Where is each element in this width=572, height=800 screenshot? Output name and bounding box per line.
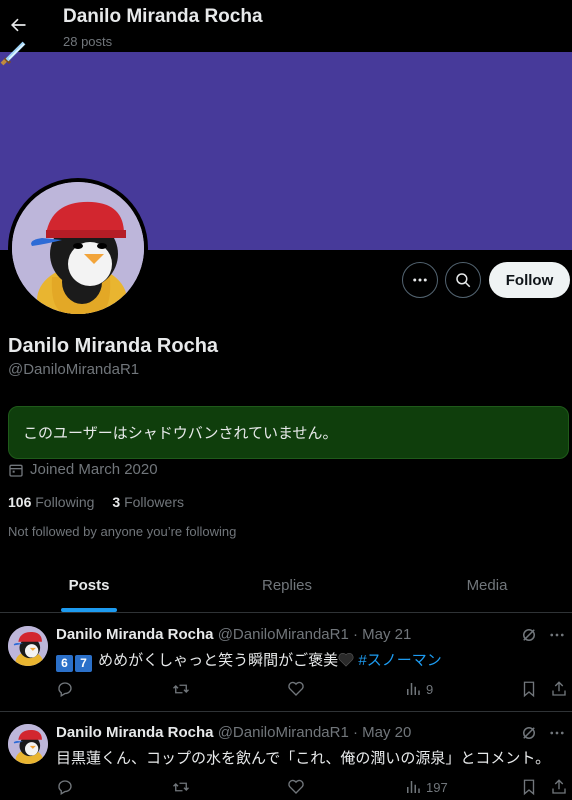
post-top-actions: [520, 626, 566, 644]
bookmark-icon: [523, 779, 535, 796]
post-avatar[interactable]: [8, 626, 48, 666]
back-arrow-icon[interactable]: [6, 8, 30, 42]
like-icon: [288, 681, 304, 696]
grok-icon[interactable]: [520, 626, 538, 644]
share-icon: [552, 681, 566, 696]
number-badge: 6: [56, 655, 73, 672]
share-icon: [552, 779, 566, 794]
follow-stats: 106 Following 3 Followers: [8, 494, 184, 510]
penguin-avatar-image: [8, 626, 48, 666]
share-button[interactable]: [550, 778, 568, 796]
like-button[interactable]: [287, 778, 305, 796]
not-followed-text: Not followed by anyone you’re following: [8, 524, 237, 539]
penguin-avatar-image: [12, 182, 144, 314]
more-icon: [413, 278, 427, 282]
views-count: 9: [426, 681, 434, 697]
post-header: Danilo Miranda Rocha @DaniloMirandaR1 · …: [56, 724, 411, 741]
post-item[interactable]: Danilo Miranda Rocha @DaniloMirandaR1 · …: [0, 712, 572, 800]
number-badge: 7: [75, 655, 92, 672]
following-label: Following: [35, 494, 95, 510]
post-avatar[interactable]: [8, 724, 48, 764]
post-item[interactable]: Danilo Miranda Rocha @DaniloMirandaR1 · …: [0, 614, 572, 712]
share-button[interactable]: [550, 680, 568, 698]
more-button[interactable]: [402, 262, 438, 298]
views-icon: [407, 683, 420, 695]
repost-button[interactable]: [172, 778, 190, 796]
search-icon: [456, 273, 471, 288]
post-author-name[interactable]: Danilo Miranda Rocha: [56, 626, 214, 643]
repost-button[interactable]: [172, 680, 190, 698]
bookmark-button[interactable]: [520, 778, 538, 796]
views-button[interactable]: 197: [404, 778, 448, 796]
post-actions: 9: [0, 680, 572, 700]
reply-icon: [58, 682, 72, 697]
hashtag-link[interactable]: #スノーマン: [358, 652, 441, 669]
grok-icon[interactable]: [520, 724, 538, 742]
profile-avatar[interactable]: [8, 178, 148, 318]
followers-label: Followers: [124, 494, 184, 510]
reply-icon: [58, 780, 72, 795]
post-top-actions: [520, 724, 566, 742]
bookmark-icon: [523, 681, 535, 698]
penguin-avatar-image: [8, 724, 48, 764]
more-icon[interactable]: [548, 626, 566, 644]
post-meta[interactable]: @DaniloMirandaR1 · May 21: [218, 626, 412, 643]
joined-text: Joined March 2020: [30, 461, 158, 478]
search-posts-button[interactable]: [445, 262, 481, 298]
active-tab-indicator: [61, 608, 117, 612]
like-icon: [288, 779, 304, 794]
followers-count: 3: [112, 494, 121, 510]
more-icon[interactable]: [548, 724, 566, 742]
following-link[interactable]: 106 Following: [8, 494, 94, 510]
following-count: 106: [8, 494, 32, 510]
top-bar: Danilo Miranda Rocha 28 posts: [0, 0, 572, 52]
post-actions: 197: [0, 778, 572, 798]
repost-icon: [173, 684, 189, 694]
joined-date: Joined March 2020: [8, 461, 158, 478]
post-author-name[interactable]: Danilo Miranda Rocha: [56, 724, 214, 741]
repost-icon: [173, 782, 189, 792]
like-button[interactable]: [287, 680, 305, 698]
profile-handle: @DaniloMirandaR1: [8, 361, 140, 378]
views-count: 197: [426, 779, 448, 795]
tab-media[interactable]: Media: [428, 558, 546, 613]
profile-tabs: Posts Replies Media: [0, 558, 572, 613]
tab-posts[interactable]: Posts: [30, 558, 148, 613]
views-icon: [407, 781, 420, 793]
reply-button[interactable]: [56, 778, 74, 796]
page-title: Danilo Miranda Rocha: [63, 6, 263, 27]
bookmark-button[interactable]: [520, 680, 538, 698]
post-meta[interactable]: @DaniloMirandaR1 · May 20: [218, 724, 412, 741]
follow-button[interactable]: Follow: [489, 262, 570, 298]
sword-sticker-icon: [0, 40, 28, 68]
post-count: 28 posts: [63, 34, 113, 49]
post-header: Danilo Miranda Rocha @DaniloMirandaR1 · …: [56, 626, 411, 643]
shadowban-notice: このユーザーはシャドウバンされていません。: [8, 406, 569, 459]
followers-link[interactable]: 3 Followers: [112, 494, 184, 510]
black-heart-icon: [338, 652, 354, 667]
calendar-icon: [9, 464, 23, 477]
post-text: 67 めめがくしゃっと笑う瞬間がご褒美 #スノーマン: [56, 649, 442, 672]
profile-name: Danilo Miranda Rocha: [8, 335, 219, 357]
post-body: めめがくしゃっと笑う瞬間がご褒美: [98, 652, 339, 669]
reply-button[interactable]: [56, 680, 74, 698]
tab-replies[interactable]: Replies: [228, 558, 346, 613]
views-button[interactable]: 9: [404, 680, 433, 698]
post-body: 目黒蓮くん、コップの水を飲んで「これ、俺の潤いの源泉」とコメント。: [56, 750, 551, 767]
